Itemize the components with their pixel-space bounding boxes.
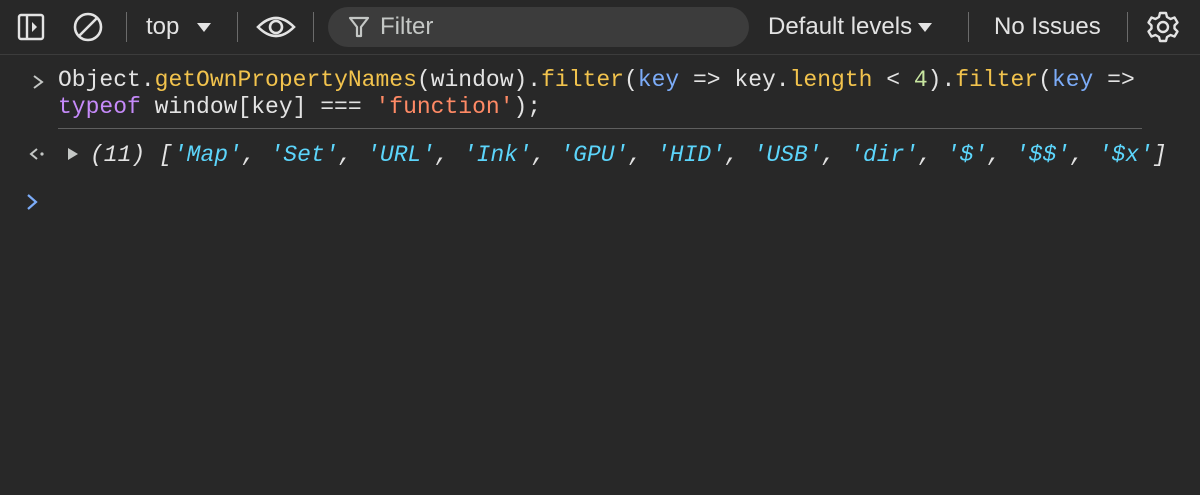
code-token: Object <box>58 67 141 93</box>
gear-icon <box>1147 11 1179 43</box>
filter-icon <box>348 16 370 38</box>
filter-input[interactable]: Filter <box>328 7 749 47</box>
code-token: 4 <box>913 67 928 93</box>
code-token: ( <box>623 67 638 93</box>
console-toolbar: top Filter Default levels No Issues <box>0 0 1200 55</box>
levels-label: Default levels <box>768 13 913 40</box>
dropdown-arrow-icon <box>918 23 933 32</box>
array-item: 'URL' <box>366 142 436 168</box>
toolbar-divider <box>237 12 238 42</box>
console-result-line[interactable]: (11) ['Map', 'Set', 'URL', 'Ink', 'GPU',… <box>90 142 1167 168</box>
console-input-line-1: Object.getOwnPropertyNames(window).filte… <box>58 67 1135 93</box>
code-token: filter <box>955 67 1039 93</box>
filter-placeholder: Filter <box>380 13 434 40</box>
toolbar-divider <box>1127 12 1128 42</box>
code-token: . <box>140 67 155 93</box>
code-token: (window). <box>416 67 542 93</box>
sidebar-icon <box>17 13 45 41</box>
array-item: '$$' <box>1014 142 1071 168</box>
code-token: window[key] === <box>140 94 376 120</box>
array-item: 'dir' <box>849 142 919 168</box>
toolbar-divider <box>313 12 314 42</box>
sidebar-toggle-button[interactable] <box>16 0 46 54</box>
array-length: (11) <box>90 142 146 168</box>
code-token: key <box>637 67 680 93</box>
code-token: => key. <box>679 67 790 93</box>
array-item: 'USB' <box>752 142 822 168</box>
result-return-icon <box>29 148 44 160</box>
array-items: 'Map', 'Set', 'URL', 'Ink', 'GPU', 'HID'… <box>172 142 1153 168</box>
code-token: ); <box>513 94 542 120</box>
array-item: 'Ink' <box>462 142 532 168</box>
code-token: length <box>789 67 873 93</box>
toolbar-divider <box>126 12 127 42</box>
eye-icon <box>256 16 296 38</box>
input-prompt-icon <box>33 75 44 89</box>
expand-triangle-icon[interactable] <box>66 146 80 162</box>
code-token: ). <box>927 67 956 93</box>
active-prompt-icon[interactable] <box>25 193 39 211</box>
array-item: '$x' <box>1097 142 1153 168</box>
context-label: top <box>146 13 180 40</box>
array-item: 'Set' <box>269 142 339 168</box>
array-item: 'Map' <box>172 142 242 168</box>
code-token: filter <box>541 67 624 93</box>
array-bracket: [ <box>159 142 173 168</box>
live-expression-button[interactable] <box>256 0 296 54</box>
clear-console-button[interactable] <box>71 0 105 54</box>
code-token: => <box>1093 67 1135 93</box>
log-levels-dropdown[interactable]: Default levels <box>768 0 934 54</box>
toolbar-divider <box>968 12 969 42</box>
block-icon <box>73 12 103 42</box>
code-token: key <box>1051 67 1094 93</box>
console-output: Object.getOwnPropertyNames(window).filte… <box>0 55 1200 495</box>
issues-label: No Issues <box>994 13 1101 40</box>
console-input-line-2: typeof window[key] === 'function'); <box>58 94 541 120</box>
code-token: < <box>872 67 914 93</box>
array-item: 'HID' <box>655 142 725 168</box>
array-item: 'GPU' <box>559 142 629 168</box>
code-token: 'function' <box>375 94 514 120</box>
console-settings-button[interactable] <box>1146 0 1180 54</box>
context-selector[interactable]: top <box>146 0 213 54</box>
entry-divider <box>58 128 1142 129</box>
code-token: getOwnPropertyNames <box>154 67 417 93</box>
code-token: ( <box>1038 67 1052 93</box>
code-token: typeof <box>58 94 141 120</box>
issues-button[interactable]: No Issues <box>994 0 1101 54</box>
dropdown-arrow-icon <box>197 23 212 32</box>
array-item: '$' <box>945 142 988 168</box>
array-bracket: ] <box>1152 142 1167 168</box>
